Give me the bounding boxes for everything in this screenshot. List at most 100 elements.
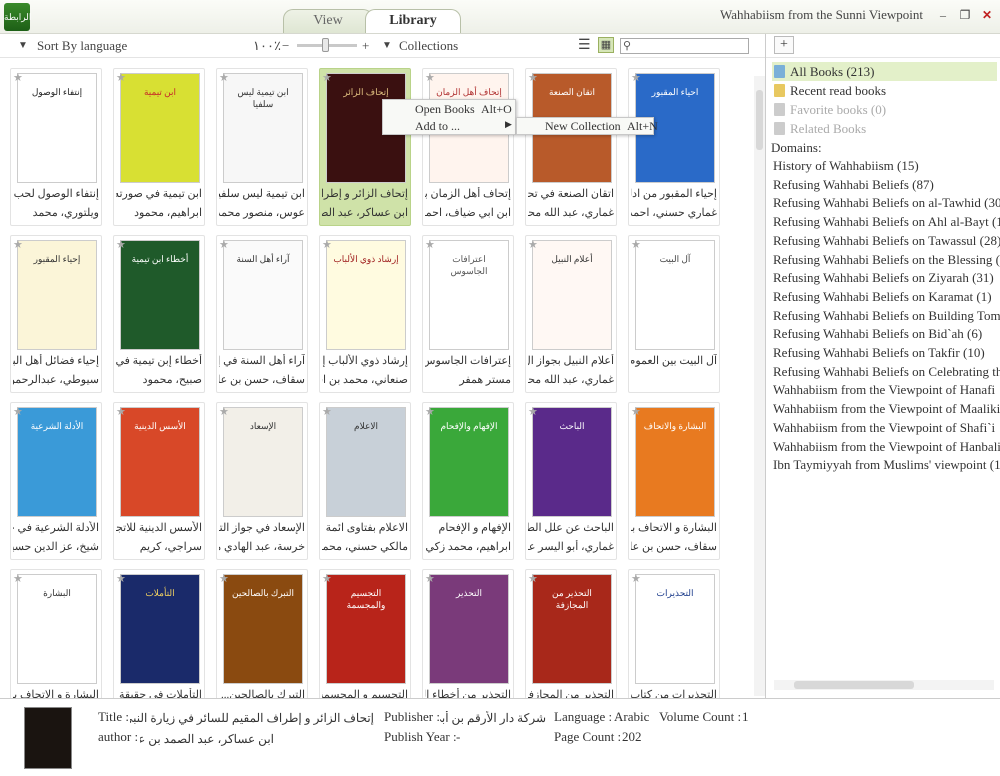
- domain-item[interactable]: Refusing Wahhabi Beliefs (87): [773, 177, 934, 193]
- favorite-star-icon[interactable]: ★: [631, 71, 641, 84]
- book-cover[interactable]: آراء أهل السنة: [223, 240, 303, 350]
- book-card[interactable]: ★ اتقان الصنعة اتقان الصنعة في تحقي... غمار…: [525, 68, 617, 226]
- sidebar-scrollbar[interactable]: [774, 680, 994, 690]
- favorite-star-icon[interactable]: ★: [425, 238, 435, 251]
- book-card[interactable]: ★ الاعلام الاعلام بفتاوى ائمة ا... مالكي حس…: [319, 402, 411, 560]
- library-item[interactable]: Related Books: [772, 119, 997, 138]
- domain-item[interactable]: Refusing Wahhabi Beliefs on Ziyarah (31): [773, 270, 994, 286]
- book-card[interactable]: ★ الإسعاد الإسعاد في جواز التو... خرسة، عبد…: [216, 402, 308, 560]
- favorite-star-icon[interactable]: ★: [219, 572, 229, 585]
- favorite-star-icon[interactable]: ★: [322, 572, 332, 585]
- favorite-star-icon[interactable]: ★: [631, 572, 641, 585]
- book-card[interactable]: ★ آراء أهل السنة آراء أهل السنة في إبن... س…: [216, 235, 308, 393]
- minimize-icon[interactable]: ‒: [934, 7, 952, 23]
- library-item[interactable]: All Books (213): [772, 62, 997, 81]
- menu-open-books[interactable]: Open Books: [415, 102, 475, 117]
- restore-icon[interactable]: ❐: [956, 7, 974, 23]
- library-item[interactable]: Recent read books: [772, 81, 997, 100]
- book-card[interactable]: ★ إتحاف الزائر إتحاف الزائر و إطراف... ابن …: [319, 68, 411, 226]
- book-cover[interactable]: ابن تيمية ليس سلفيا: [223, 73, 303, 183]
- add-collection-button[interactable]: +: [774, 36, 794, 54]
- book-card[interactable]: ★ أخطاء ابن تيمية أخطاء إبن تيمية في ... صب…: [113, 235, 205, 393]
- domain-item[interactable]: Refusing Wahhabi Beliefs on Tawassul (28…: [773, 233, 1000, 249]
- book-card[interactable]: ★ إنتفاء الوصول إنتفاء الوصول لحب ا... ويلت…: [10, 68, 102, 226]
- book-card[interactable]: ★ البشارة البشارة و الاتحاف بما...: [10, 569, 102, 698]
- zoom-out-button[interactable]: −: [282, 38, 289, 54]
- favorite-star-icon[interactable]: ★: [631, 405, 641, 418]
- domain-item[interactable]: History of Wahhabiism (15): [773, 158, 919, 174]
- book-card[interactable]: ★ الإفهام والإفحام الإفهام و الإفحام ابراهي…: [422, 402, 514, 560]
- book-cover[interactable]: أعلام النبيل: [532, 240, 612, 350]
- favorite-star-icon[interactable]: ★: [528, 572, 538, 585]
- domain-item[interactable]: Wahhabiism from the Viewpoint of Hanafi: [773, 382, 995, 398]
- domain-item[interactable]: Wahhabiism from the Viewpoint of Hanbali: [773, 439, 1000, 455]
- sort-chevron-icon[interactable]: ▼: [18, 40, 28, 51]
- domain-item[interactable]: Refusing Wahhabi Beliefs on Bid`ah (6): [773, 326, 982, 342]
- favorite-star-icon[interactable]: ★: [322, 238, 332, 251]
- book-card[interactable]: ★ ابن تيمية ابن تيمية في صورته ا... ابراهيم…: [113, 68, 205, 226]
- book-cover[interactable]: البشارة: [17, 574, 97, 684]
- book-cover[interactable]: التحذيرات: [635, 574, 715, 684]
- tab-view[interactable]: View: [283, 9, 373, 33]
- favorite-star-icon[interactable]: ★: [116, 405, 126, 418]
- book-card[interactable]: ★ الأسس الدينية الأسس الدينية للاتجا... سرا…: [113, 402, 205, 560]
- book-cover[interactable]: التبرك بالصالحين: [223, 574, 303, 684]
- book-card[interactable]: ★ التبرك بالصالحين التبرك بالصالحين...: [216, 569, 308, 698]
- library-item[interactable]: Favorite books (0): [772, 100, 997, 119]
- book-card[interactable]: ★ إحياء المقبور إحياء فضائل أهل البي... سيو…: [10, 235, 102, 393]
- zoom-slider-handle[interactable]: [322, 38, 329, 52]
- favorite-star-icon[interactable]: ★: [13, 572, 23, 585]
- book-cover[interactable]: ابن تيمية: [120, 73, 200, 183]
- domain-item[interactable]: Refusing Wahhabi Beliefs on Ahl al-Bayt …: [773, 214, 1000, 230]
- book-card[interactable]: ★ آل البيت آل البيت بين العموم و...: [628, 235, 720, 393]
- favorite-star-icon[interactable]: ★: [116, 71, 126, 84]
- book-card[interactable]: ★ التحذير التحذير من أخطاء النا...: [422, 569, 514, 698]
- search-input[interactable]: ⚲: [620, 38, 749, 54]
- book-card[interactable]: ★ احياء المقبور إحياء المقبور من ادلة ... غ…: [628, 68, 720, 226]
- book-cover[interactable]: اعترافات الجاسوس: [429, 240, 509, 350]
- grid-view-icon[interactable]: ▦: [598, 37, 614, 53]
- book-card[interactable]: ★ ابن تيمية ليس سلفيا ابن تيمية ليس سلفيا ع…: [216, 68, 308, 226]
- favorite-star-icon[interactable]: ★: [528, 71, 538, 84]
- book-card[interactable]: ★ الأدلة الشرعية الأدلة الشرعية في جوا... ش…: [10, 402, 102, 560]
- domain-item[interactable]: Refusing Wahhabi Beliefs on Celebrating …: [773, 364, 1000, 380]
- book-cover[interactable]: إنتفاء الوصول: [17, 73, 97, 183]
- search-icon[interactable]: ⚲: [623, 39, 631, 52]
- book-cover[interactable]: الأدلة الشرعية: [17, 407, 97, 517]
- favorite-star-icon[interactable]: ★: [425, 572, 435, 585]
- favorite-star-icon[interactable]: ★: [116, 572, 126, 585]
- book-cover[interactable]: الإسعاد: [223, 407, 303, 517]
- favorite-star-icon[interactable]: ★: [528, 405, 538, 418]
- book-cover[interactable]: الأسس الدينية: [120, 407, 200, 517]
- favorite-star-icon[interactable]: ★: [219, 71, 229, 84]
- menu-new-collection[interactable]: New Collection: [545, 119, 621, 134]
- domain-item[interactable]: Refusing Wahhabi Beliefs on al-Tawhid (3…: [773, 195, 1000, 211]
- book-cover[interactable]: الإفهام والإفحام: [429, 407, 509, 517]
- book-card[interactable]: ★إرشاد ذوي الألباب إرشاد ذوي الألباب إلى.…: [319, 235, 411, 393]
- book-cover[interactable]: الاعلام: [326, 407, 406, 517]
- favorite-star-icon[interactable]: ★: [425, 71, 435, 84]
- book-cover[interactable]: التحذير من المجازفة: [532, 574, 612, 684]
- close-icon[interactable]: ✕: [978, 7, 996, 23]
- book-card[interactable]: ★ التحذيرات التحذيرات من كتاب إب...: [628, 569, 720, 698]
- menu-add-to[interactable]: Add to ...: [415, 119, 460, 134]
- favorite-star-icon[interactable]: ★: [13, 238, 23, 251]
- favorite-star-icon[interactable]: ★: [13, 405, 23, 418]
- sidebar-scrollbar-thumb[interactable]: [794, 681, 914, 689]
- list-view-icon[interactable]: ☰: [578, 37, 591, 54]
- book-cover[interactable]: التحذير: [429, 574, 509, 684]
- zoom-in-button[interactable]: +: [362, 38, 369, 54]
- book-cover[interactable]: التأملات: [120, 574, 200, 684]
- domain-item[interactable]: Refusing Wahhabi Beliefs on the Blessing…: [773, 252, 1000, 268]
- book-cover[interactable]: البشارة والاتحاف: [635, 407, 715, 517]
- book-card[interactable]: ★ اعترافات الجاسوس إعترافات الجاسوس الا...…: [422, 235, 514, 393]
- tab-library[interactable]: Library: [365, 9, 461, 33]
- book-cover[interactable]: إرشاد ذوي الألباب: [326, 240, 406, 350]
- domain-item[interactable]: Refusing Wahhabi Beliefs on Takfir (10): [773, 345, 985, 361]
- sort-dropdown[interactable]: Sort By language: [37, 38, 127, 54]
- domain-item[interactable]: Wahhabiism from the Viewpoint of Shafi`i: [773, 420, 995, 436]
- book-cover[interactable]: آل البيت: [635, 240, 715, 350]
- favorite-star-icon[interactable]: ★: [322, 405, 332, 418]
- book-cover[interactable]: أخطاء ابن تيمية: [120, 240, 200, 350]
- book-cover[interactable]: التجسيم والمجسمة: [326, 574, 406, 684]
